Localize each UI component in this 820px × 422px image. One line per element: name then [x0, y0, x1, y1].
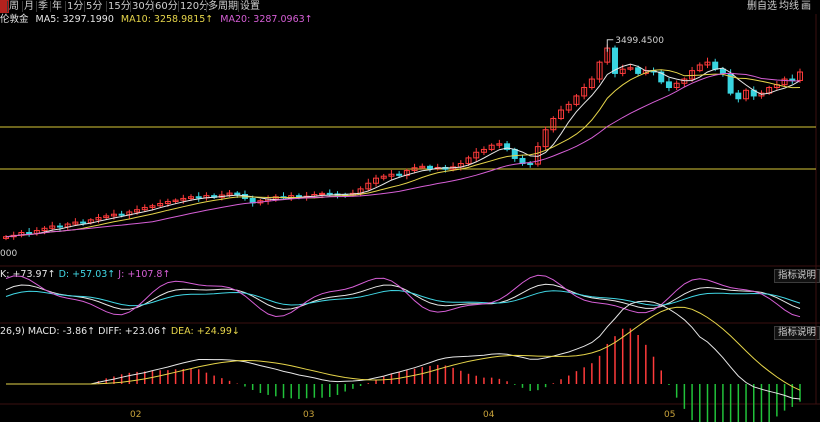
x-axis-label: 04 — [483, 410, 495, 420]
x-axis-label: 03 — [303, 410, 314, 420]
macd-dea-line — [6, 306, 801, 391]
high-price-label: 3499.4500 — [615, 36, 664, 46]
candle-body — [234, 192, 241, 195]
candle-body — [118, 213, 125, 216]
candle-body — [56, 225, 63, 228]
candle-body — [712, 61, 719, 70]
candle-body — [665, 81, 672, 89]
kdj-d-line — [5, 289, 801, 307]
candle-body — [80, 221, 87, 224]
candle-body — [635, 67, 642, 74]
kdj-k-line — [5, 283, 801, 310]
ma20-line — [5, 72, 801, 238]
candle-body — [195, 196, 202, 199]
x-axis-label: 05 — [664, 410, 675, 420]
candle-body — [735, 92, 742, 100]
candle-body — [527, 163, 534, 166]
kline-chart[interactable]: 3499.4500 000 02 03 04 05 — [0, 0, 820, 422]
low-price-label: 000 — [0, 249, 17, 259]
candle-body — [326, 192, 333, 195]
ma5-line — [5, 63, 801, 238]
candle-body — [396, 173, 403, 176]
candle-body — [26, 232, 33, 235]
candle-body — [789, 78, 796, 81]
macd-diff-line — [6, 300, 801, 400]
candle-body — [426, 165, 433, 170]
x-axis-label: 02 — [130, 410, 141, 420]
ma10-line — [5, 69, 801, 238]
candle-body — [511, 148, 518, 159]
candle-body — [719, 68, 726, 74]
